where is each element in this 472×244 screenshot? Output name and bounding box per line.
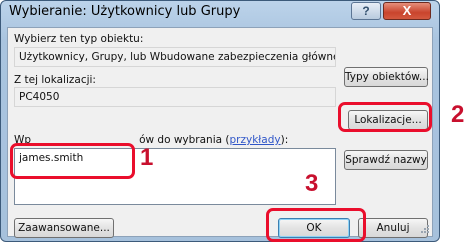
check-names-button[interactable]: Sprawdź nazwy	[344, 150, 428, 170]
dialog-body: Wybierz ten typ obiektu: Użytkownicy, Gr…	[7, 27, 433, 238]
cancel-button[interactable]: Anuluj	[358, 218, 428, 238]
title-bar: Wybieranie: Użytkownicy lub Grupy ? X	[1, 1, 439, 25]
help-button[interactable]: ?	[351, 2, 381, 20]
highlight-locations-button	[338, 102, 432, 132]
highlight-ok-button	[266, 208, 366, 242]
callout-number-3: 3	[305, 170, 319, 197]
callout-number-1: 1	[140, 144, 154, 171]
advanced-button[interactable]: Zaawansowane...	[14, 218, 114, 238]
close-button[interactable]: X	[383, 2, 431, 20]
location-field: PC4050	[14, 87, 336, 107]
resize-grip-icon[interactable]	[420, 224, 430, 234]
object-types-button[interactable]: Typy obiektów...	[344, 67, 429, 87]
location-label: Z tej lokalizacji:	[14, 74, 96, 86]
object-type-field: Użytkownicy, Grupy, lub Wbudowane zabezp…	[14, 47, 336, 67]
callout-number-2: 2	[451, 101, 465, 128]
object-type-label: Wybierz ten typ obiektu:	[14, 33, 144, 45]
dialog-title: Wybieranie: Użytkownicy lub Grupy	[9, 4, 241, 19]
highlight-names-input	[10, 143, 135, 179]
examples-link[interactable]: przykłady	[230, 134, 281, 146]
